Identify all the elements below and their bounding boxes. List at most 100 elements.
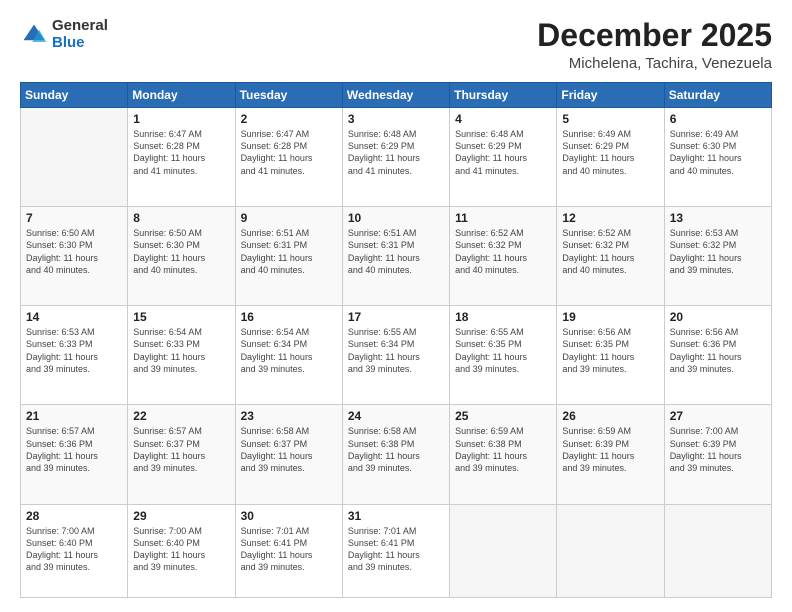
table-row	[557, 504, 664, 598]
day-info: Sunrise: 6:48 AM Sunset: 6:29 PM Dayligh…	[348, 128, 444, 177]
title-block: December 2025 Michelena, Tachira, Venezu…	[537, 18, 772, 72]
day-info: Sunrise: 7:00 AM Sunset: 6:39 PM Dayligh…	[670, 425, 766, 474]
day-info: Sunrise: 6:49 AM Sunset: 6:29 PM Dayligh…	[562, 128, 658, 177]
day-info: Sunrise: 7:00 AM Sunset: 6:40 PM Dayligh…	[133, 525, 229, 574]
col-saturday: Saturday	[664, 83, 771, 108]
table-row: 15 Sunrise: 6:54 AM Sunset: 6:33 PM Dayli…	[128, 306, 235, 405]
table-row: 23Sunrise: 6:58 AM Sunset: 6:37 PM Dayli…	[235, 405, 342, 504]
day-number: 9	[241, 211, 337, 225]
table-row: 1Sunrise: 6:47 AM Sunset: 6:28 PM Daylig…	[128, 108, 235, 207]
day-number: 28	[26, 509, 122, 523]
day-info: Sunrise: 6:55 AM Sunset: 6:34 PM Dayligh…	[348, 326, 444, 375]
col-friday: Friday	[557, 83, 664, 108]
table-row	[450, 504, 557, 598]
table-row: 6 Sunrise: 6:49 AM Sunset: 6:30 PM Daylig…	[664, 108, 771, 207]
day-info: Sunrise: 6:50 AM Sunset: 6:30 PM Dayligh…	[133, 227, 229, 276]
day-number: 22	[133, 409, 229, 423]
table-row	[21, 108, 128, 207]
logo: General Blue	[20, 18, 108, 51]
day-number: 16	[241, 310, 337, 324]
day-info: Sunrise: 6:57 AM Sunset: 6:37 PM Dayligh…	[133, 425, 229, 474]
logo-icon	[20, 21, 48, 49]
day-number: 7	[26, 211, 122, 225]
day-info: Sunrise: 6:51 AM Sunset: 6:31 PM Dayligh…	[348, 227, 444, 276]
day-number: 29	[133, 509, 229, 523]
logo-text: General Blue	[52, 18, 108, 51]
table-row: 30 Sunrise: 7:01 AM Sunset: 6:41 PM Dayli…	[235, 504, 342, 598]
table-row: 21 Sunrise: 6:57 AM Sunset: 6:36 PM Dayli…	[21, 405, 128, 504]
col-tuesday: Tuesday	[235, 83, 342, 108]
day-info: Sunrise: 6:54 AM Sunset: 6:33 PM Dayligh…	[133, 326, 229, 375]
col-wednesday: Wednesday	[342, 83, 449, 108]
table-row: 10 Sunrise: 6:51 AM Sunset: 6:31 PM Dayli…	[342, 207, 449, 306]
day-number: 1	[133, 112, 229, 126]
day-info: Sunrise: 6:51 AM Sunset: 6:31 PM Dayligh…	[241, 227, 337, 276]
day-info: Sunrise: 7:01 AM Sunset: 6:41 PM Dayligh…	[241, 525, 337, 574]
table-row: 29 Sunrise: 7:00 AM Sunset: 6:40 PM Dayli…	[128, 504, 235, 598]
table-row: 26Sunrise: 6:59 AM Sunset: 6:39 PM Dayli…	[557, 405, 664, 504]
table-row: 28Sunrise: 7:00 AM Sunset: 6:40 PM Dayli…	[21, 504, 128, 598]
table-row: 11 Sunrise: 6:52 AM Sunset: 6:32 PM Dayli…	[450, 207, 557, 306]
day-number: 30	[241, 509, 337, 523]
day-info: Sunrise: 6:58 AM Sunset: 6:37 PM Dayligh…	[241, 425, 337, 474]
day-number: 11	[455, 211, 551, 225]
day-number: 4	[455, 112, 551, 126]
table-row: 31 Sunrise: 7:01 AM Sunset: 6:41 PM Dayli…	[342, 504, 449, 598]
day-info: Sunrise: 6:53 AM Sunset: 6:33 PM Dayligh…	[26, 326, 122, 375]
table-row: 12Sunrise: 6:52 AM Sunset: 6:32 PM Dayli…	[557, 207, 664, 306]
day-info: Sunrise: 6:50 AM Sunset: 6:30 PM Dayligh…	[26, 227, 122, 276]
calendar-header-row: Sunday Monday Tuesday Wednesday Thursday…	[21, 83, 772, 108]
col-monday: Monday	[128, 83, 235, 108]
day-number: 8	[133, 211, 229, 225]
subtitle: Michelena, Tachira, Venezuela	[537, 55, 772, 72]
day-info: Sunrise: 6:53 AM Sunset: 6:32 PM Dayligh…	[670, 227, 766, 276]
day-info: Sunrise: 6:56 AM Sunset: 6:35 PM Dayligh…	[562, 326, 658, 375]
day-info: Sunrise: 6:52 AM Sunset: 6:32 PM Dayligh…	[562, 227, 658, 276]
day-info: Sunrise: 6:52 AM Sunset: 6:32 PM Dayligh…	[455, 227, 551, 276]
day-info: Sunrise: 6:58 AM Sunset: 6:38 PM Dayligh…	[348, 425, 444, 474]
table-row: 16Sunrise: 6:54 AM Sunset: 6:34 PM Dayli…	[235, 306, 342, 405]
day-info: Sunrise: 6:57 AM Sunset: 6:36 PM Dayligh…	[26, 425, 122, 474]
day-number: 26	[562, 409, 658, 423]
table-row: 13 Sunrise: 6:53 AM Sunset: 6:32 PM Dayli…	[664, 207, 771, 306]
day-info: Sunrise: 6:47 AM Sunset: 6:28 PM Dayligh…	[241, 128, 337, 177]
col-sunday: Sunday	[21, 83, 128, 108]
table-row: 14 Sunrise: 6:53 AM Sunset: 6:33 PM Dayli…	[21, 306, 128, 405]
table-row: 18 Sunrise: 6:55 AM Sunset: 6:35 PM Dayli…	[450, 306, 557, 405]
header: General Blue December 2025 Michelena, Ta…	[20, 18, 772, 72]
day-number: 13	[670, 211, 766, 225]
table-row: 7 Sunrise: 6:50 AM Sunset: 6:30 PM Daylig…	[21, 207, 128, 306]
logo-general: General	[52, 18, 108, 35]
day-number: 15	[133, 310, 229, 324]
day-info: Sunrise: 7:01 AM Sunset: 6:41 PM Dayligh…	[348, 525, 444, 574]
table-row: 27 Sunrise: 7:00 AM Sunset: 6:39 PM Dayli…	[664, 405, 771, 504]
day-number: 20	[670, 310, 766, 324]
table-row: 22 Sunrise: 6:57 AM Sunset: 6:37 PM Dayli…	[128, 405, 235, 504]
day-number: 27	[670, 409, 766, 423]
calendar-table: Sunday Monday Tuesday Wednesday Thursday…	[20, 82, 772, 598]
day-info: Sunrise: 6:55 AM Sunset: 6:35 PM Dayligh…	[455, 326, 551, 375]
table-row: 20 Sunrise: 6:56 AM Sunset: 6:36 PM Dayli…	[664, 306, 771, 405]
day-number: 5	[562, 112, 658, 126]
page: General Blue December 2025 Michelena, Ta…	[0, 0, 792, 612]
table-row: 24 Sunrise: 6:58 AM Sunset: 6:38 PM Dayli…	[342, 405, 449, 504]
logo-blue: Blue	[52, 35, 108, 52]
table-row: 19 Sunrise: 6:56 AM Sunset: 6:35 PM Dayli…	[557, 306, 664, 405]
day-number: 24	[348, 409, 444, 423]
table-row: 9 Sunrise: 6:51 AM Sunset: 6:31 PM Daylig…	[235, 207, 342, 306]
day-info: Sunrise: 6:49 AM Sunset: 6:30 PM Dayligh…	[670, 128, 766, 177]
day-number: 2	[241, 112, 337, 126]
day-number: 21	[26, 409, 122, 423]
day-number: 19	[562, 310, 658, 324]
day-info: Sunrise: 6:48 AM Sunset: 6:29 PM Dayligh…	[455, 128, 551, 177]
day-number: 18	[455, 310, 551, 324]
day-number: 10	[348, 211, 444, 225]
day-info: Sunrise: 6:56 AM Sunset: 6:36 PM Dayligh…	[670, 326, 766, 375]
day-number: 31	[348, 509, 444, 523]
day-number: 14	[26, 310, 122, 324]
day-number: 6	[670, 112, 766, 126]
col-thursday: Thursday	[450, 83, 557, 108]
table-row: 5 Sunrise: 6:49 AM Sunset: 6:29 PM Daylig…	[557, 108, 664, 207]
table-row	[664, 504, 771, 598]
day-number: 3	[348, 112, 444, 126]
